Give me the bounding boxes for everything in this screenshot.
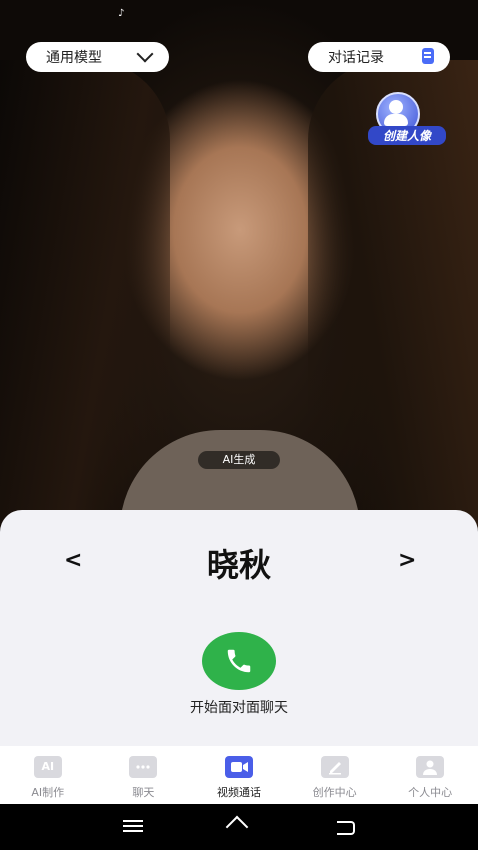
next-character-button[interactable]: > [398,548,416,573]
tab-chat[interactable]: 聊天 [96,746,192,804]
video-camera-icon [224,756,253,778]
chat-icon [129,756,158,778]
tab-label: 创作中心 [312,786,357,799]
tab-label: 聊天 [132,786,155,799]
phone-icon [227,649,251,673]
profile-icon [416,756,445,778]
tab-label: 视频通话 [216,786,261,799]
start-call-button[interactable] [202,632,276,690]
tab-label: 个人中心 [408,786,453,799]
back-icon[interactable] [334,816,358,836]
model-selector[interactable]: 通用模型 [26,42,169,72]
system-nav-bar [0,804,478,850]
ai-icon: AI [33,756,62,778]
model-selector-label: 通用模型 [46,50,102,66]
menu-icon[interactable] [121,816,145,836]
start-call-label: 开始面对面聊天 [190,700,288,716]
tab-video-call[interactable]: 视频通话 [191,746,287,804]
chat-history-icon [420,47,438,67]
chevron-down-icon [136,45,154,63]
create-portrait-button[interactable]: 创建人像 [368,90,446,148]
tiktok-status-icon: ♪ [118,8,125,19]
tab-creation-center[interactable]: 创作中心 [287,746,383,804]
history-button[interactable]: 对话记录 [308,42,450,72]
ai-generated-tag: AI生成 [198,451,280,469]
tab-profile[interactable]: 个人中心 [382,746,478,804]
create-portrait-label: 创建人像 [368,126,446,145]
hair-left-shape [0,60,170,530]
edit-icon [320,756,349,778]
home-icon[interactable] [225,815,251,839]
history-label: 对话记录 [328,50,384,66]
bottom-tab-bar: AI AI制作 聊天 视频通话 创作中心 个人中心 [0,746,478,804]
tab-ai-create[interactable]: AI AI制作 [0,746,96,804]
tab-label: AI制作 [31,786,65,799]
